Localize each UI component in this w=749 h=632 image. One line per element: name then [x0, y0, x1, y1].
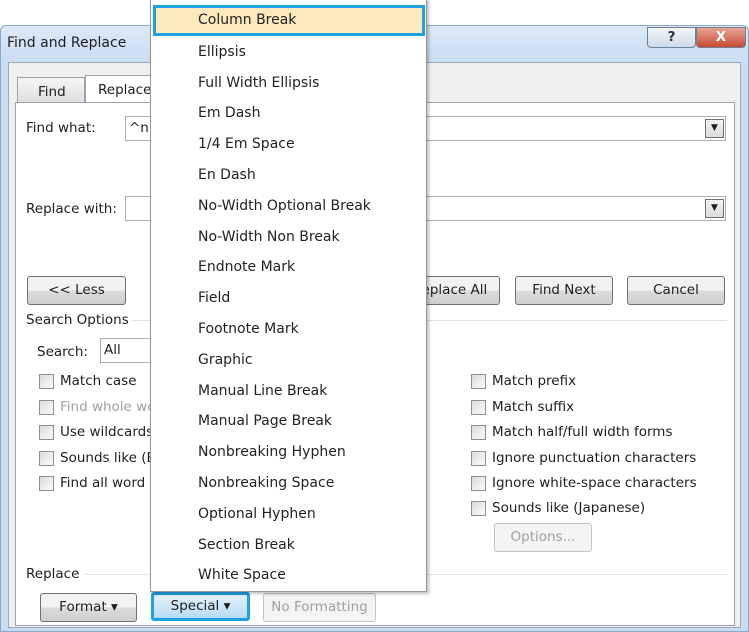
special-menu-item[interactable]: Em Dash: [151, 98, 426, 129]
special-menu-item[interactable]: Nonbreaking Space: [151, 468, 426, 499]
special-menu-item[interactable]: Column Break: [153, 5, 425, 36]
checkbox-label: Ignore white-space characters: [492, 475, 697, 491]
special-menu-item[interactable]: Optional Hyphen: [151, 499, 426, 530]
replace-with-label: Replace with:: [26, 201, 117, 217]
search-options-heading: Search Options: [26, 312, 129, 328]
special-button[interactable]: Special ▾: [151, 592, 250, 621]
special-menu-item[interactable]: Manual Line Break: [151, 376, 426, 407]
checkbox[interactable]: [471, 400, 486, 415]
search-direction-value: All: [104, 342, 121, 358]
checkbox[interactable]: [471, 501, 486, 516]
special-menu-item[interactable]: Footnote Mark: [151, 314, 426, 345]
checkbox-label: Match prefix: [492, 373, 577, 389]
special-menu-item[interactable]: Section Break: [151, 530, 426, 561]
dialog-title: Find and Replace: [7, 35, 127, 51]
cancel-button[interactable]: Cancel: [627, 276, 725, 305]
special-menu-item[interactable]: Endnote Mark: [151, 252, 426, 283]
special-menu-item[interactable]: Full Width Ellipsis: [151, 68, 426, 99]
checkbox-label: Find all word f: [60, 475, 155, 491]
checkbox[interactable]: [39, 400, 54, 415]
options-button[interactable]: Options...: [494, 523, 592, 552]
find-next-button[interactable]: Find Next: [515, 276, 613, 305]
checkbox-label: Sounds like (E: [60, 450, 156, 466]
checkbox-label: Ignore punctuation characters: [492, 450, 697, 466]
checkbox[interactable]: [471, 425, 486, 440]
checkbox[interactable]: [39, 425, 54, 440]
checkbox-label: Use wildcards: [60, 424, 154, 440]
replace-with-dropdown-icon[interactable]: ▼: [705, 199, 724, 218]
find-what-value: ^n: [129, 120, 149, 136]
checkbox-label: Sounds like (Japanese): [492, 500, 646, 516]
checkbox-label: Match suffix: [492, 399, 575, 415]
special-menu-item[interactable]: Manual Page Break: [151, 406, 426, 437]
find-what-label: Find what:: [26, 120, 96, 136]
no-formatting-button[interactable]: No Formatting: [263, 593, 376, 622]
special-menu-item[interactable]: No-Width Non Break: [151, 222, 426, 253]
checkbox[interactable]: [471, 374, 486, 389]
format-button[interactable]: Format ▾: [40, 593, 137, 622]
checkbox[interactable]: [471, 476, 486, 491]
checkbox-label: Match case: [60, 373, 137, 389]
replace-heading: Replace: [26, 566, 80, 582]
special-menu-item[interactable]: Ellipsis: [151, 37, 426, 68]
checkbox-label: Find whole wo: [60, 399, 156, 415]
special-menu-item[interactable]: White Space: [151, 560, 426, 591]
find-what-dropdown-icon[interactable]: ▼: [705, 119, 724, 138]
close-button[interactable]: X: [696, 27, 746, 48]
special-menu-item[interactable]: Field: [151, 283, 426, 314]
help-button[interactable]: ?: [647, 27, 696, 48]
checkbox-label: Match half/full width forms: [492, 424, 673, 440]
checkbox[interactable]: [471, 451, 486, 466]
special-menu: Column Break Ellipsis Full Width Ellipsis E…: [150, 0, 427, 592]
special-menu-item[interactable]: Nonbreaking Hyphen: [151, 437, 426, 468]
special-menu-item[interactable]: Graphic: [151, 345, 426, 376]
checkbox[interactable]: [39, 374, 54, 389]
checkbox[interactable]: [39, 451, 54, 466]
checkbox[interactable]: [39, 476, 54, 491]
less-button[interactable]: << Less: [27, 276, 126, 305]
search-label: Search:: [37, 344, 88, 360]
special-menu-item[interactable]: 1/4 Em Space: [151, 129, 426, 160]
special-menu-item[interactable]: No-Width Optional Break: [151, 191, 426, 222]
special-menu-item[interactable]: En Dash: [151, 160, 426, 191]
tab-find[interactable]: Find: [17, 77, 85, 103]
